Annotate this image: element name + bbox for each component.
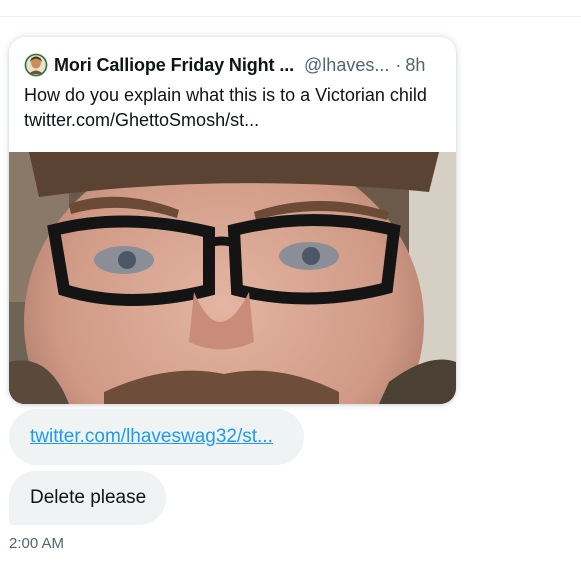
quoted-tweet-text: How do you explain what this is to a Vic… [24,85,427,130]
author-avatar[interactable] [24,53,48,77]
link-message-bubble[interactable]: twitter.com/lhaveswag32/st... [9,409,304,465]
quoted-author-handle: @lhaves... [304,54,390,75]
separator-dot: · [395,54,402,75]
quoted-tweet-card[interactable]: Mori Calliope Friday Night ... @lhaves..… [9,37,456,404]
message-timestamp: 2:00 AM [9,535,65,552]
conversation-divider [0,16,581,17]
quoted-tweet-photo[interactable] [9,152,456,404]
message-text: Delete please [30,487,147,508]
quoted-tweet-time[interactable]: 8h [405,55,425,76]
quoted-author-name[interactable]: Mori Calliope Friday Night ... [54,55,294,76]
text-message-bubble[interactable]: Delete please [9,471,166,525]
quoted-tweet-header: Mori Calliope Friday Night ... @lhaves..… [24,53,425,77]
message-link[interactable]: twitter.com/lhaveswag32/st... [30,426,273,448]
